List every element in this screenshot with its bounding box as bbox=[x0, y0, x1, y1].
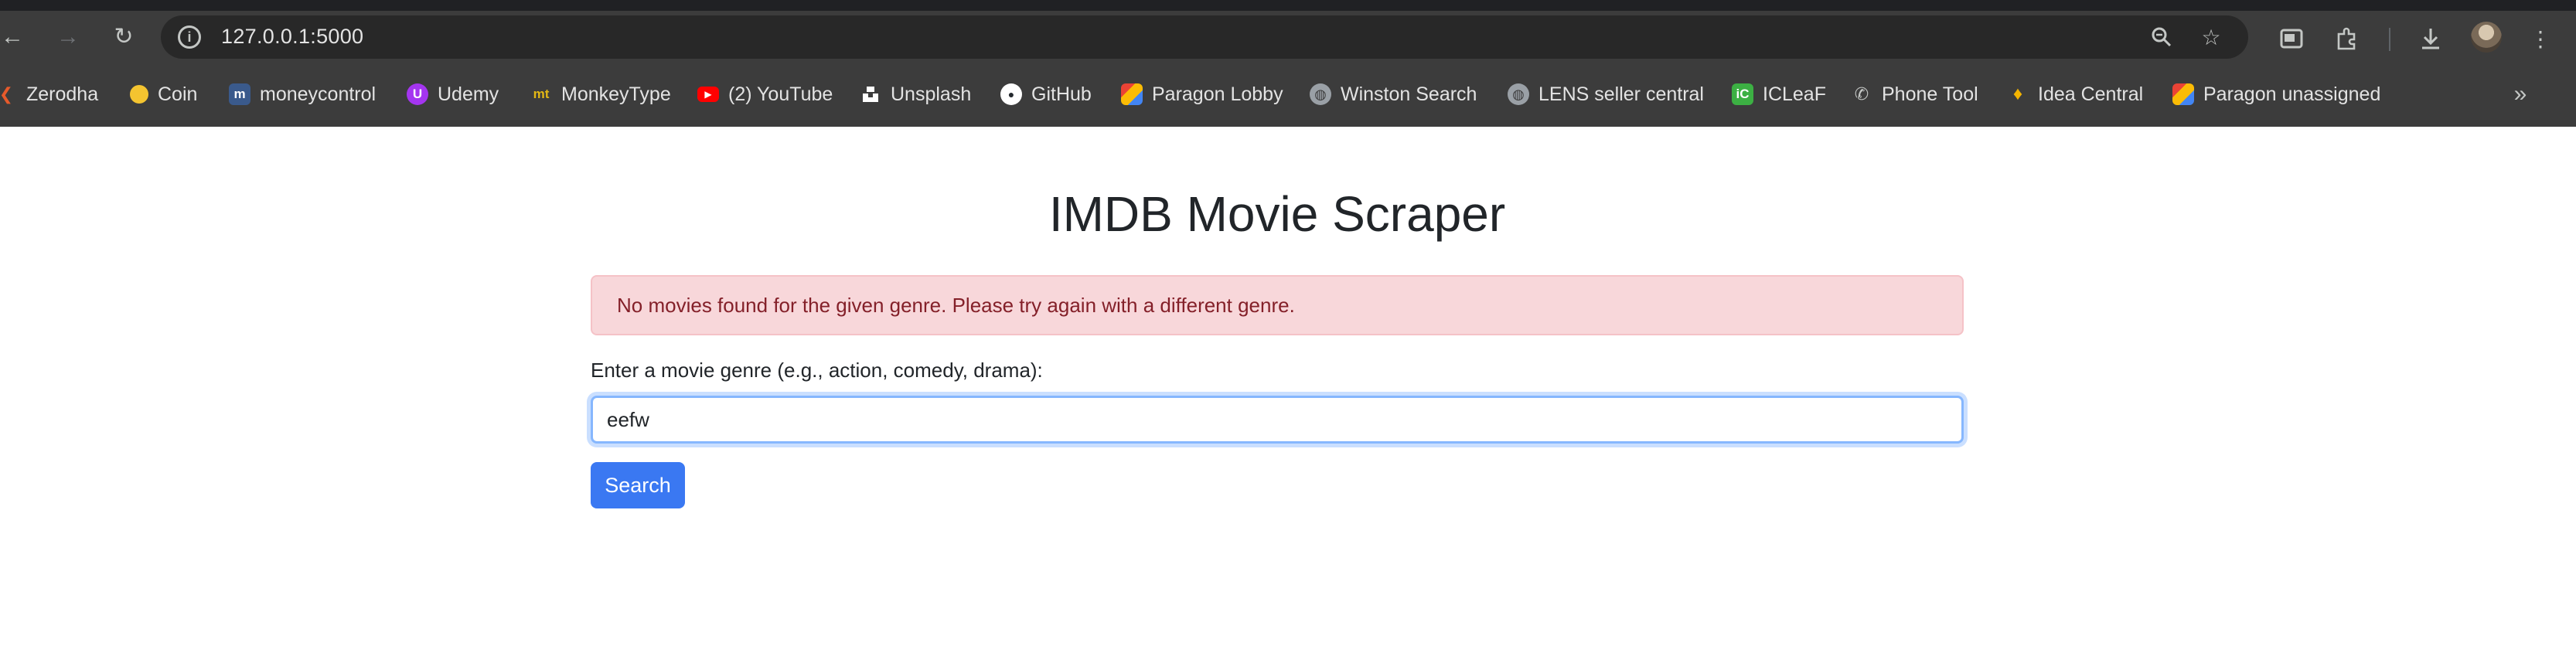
extensions-icon[interactable] bbox=[2330, 22, 2364, 56]
bookmark-unsplash[interactable]: Unsplash bbox=[860, 73, 971, 116]
bookmark-zerodha[interactable]: ❮ Zerodha bbox=[0, 73, 98, 116]
zoom-icon[interactable] bbox=[2146, 22, 2177, 53]
page-title: IMDB Movie Scraper bbox=[1048, 186, 1506, 242]
bookmark-coin[interactable]: Coin bbox=[130, 73, 197, 116]
bookmark-label: MonkeyType bbox=[561, 83, 671, 105]
bookmark-paragon-lobby[interactable]: Paragon Lobby bbox=[1121, 73, 1283, 116]
page-content: IMDB Movie Scraper No movies found for t… bbox=[0, 127, 2576, 663]
menu-icon[interactable]: ⋮ bbox=[2523, 22, 2557, 56]
chevron-double-right-icon[interactable]: » bbox=[2505, 79, 2536, 110]
download-icon[interactable] bbox=[2414, 22, 2448, 56]
bookmark-label: Paragon unassigned bbox=[2203, 83, 2381, 105]
icleaf-icon: iC bbox=[1732, 83, 1753, 105]
search-button[interactable]: Search bbox=[591, 462, 685, 508]
bookmark-label: Zerodha bbox=[26, 83, 99, 105]
bookmark-star-icon[interactable]: ☆ bbox=[2196, 22, 2227, 53]
bookmark-label: Paragon Lobby bbox=[1152, 83, 1283, 105]
toolbar-separator bbox=[2389, 28, 2390, 51]
coin-icon bbox=[130, 85, 148, 104]
bookmark-label: GitHub bbox=[1031, 83, 1092, 105]
bookmark-label: Unsplash bbox=[891, 83, 972, 105]
bookmark-youtube[interactable]: ▶ (2) YouTube bbox=[697, 73, 833, 116]
bookmarks-bar: ❮ Zerodha Coin m moneycontrol U Udemy mt… bbox=[0, 73, 2576, 116]
forward-button[interactable]: → bbox=[51, 22, 85, 53]
zerodha-icon: ❮ bbox=[0, 84, 14, 104]
bookmark-winston-search[interactable]: ◍ Winston Search bbox=[1310, 73, 1477, 116]
paragon-icon bbox=[1121, 83, 1143, 105]
bookmark-label: (2) YouTube bbox=[728, 83, 833, 105]
globe-icon: ◍ bbox=[1508, 83, 1529, 105]
bookmark-lens-seller-central[interactable]: ◍ LENS seller central bbox=[1508, 73, 1704, 116]
github-icon: ● bbox=[1000, 83, 1022, 105]
bookmark-label: Coin bbox=[158, 83, 198, 105]
tab-strip bbox=[0, 0, 2576, 11]
youtube-icon: ▶ bbox=[697, 87, 719, 102]
phone-icon: ✆ bbox=[1854, 84, 1869, 104]
bookmark-udemy[interactable]: U Udemy bbox=[407, 73, 499, 116]
monkeytype-icon: mt bbox=[533, 87, 550, 101]
bookmark-monkeytype[interactable]: mt MonkeyType bbox=[530, 73, 671, 116]
browser-chrome: ← → ↻ i 127.0.0.1:5000 ☆ ⋮ ❮ Zerodha Coi… bbox=[0, 0, 2576, 127]
reload-button[interactable]: ↻ bbox=[107, 22, 141, 53]
url-text[interactable]: 127.0.0.1:5000 bbox=[221, 25, 363, 49]
address-bar[interactable]: i 127.0.0.1:5000 ☆ bbox=[161, 15, 2248, 59]
paragon-icon bbox=[2172, 83, 2194, 105]
bookmark-paragon-unassigned[interactable]: Paragon unassigned bbox=[2172, 73, 2380, 116]
bookmark-label: Phone Tool bbox=[1882, 83, 1978, 105]
bookmark-label: moneycontrol bbox=[260, 83, 377, 105]
bookmark-github[interactable]: ● GitHub bbox=[1000, 73, 1092, 116]
bookmark-label: LENS seller central bbox=[1538, 83, 1704, 105]
error-alert: No movies found for the given genre. Ple… bbox=[591, 275, 1964, 335]
unsplash-icon bbox=[860, 83, 881, 105]
idea-icon: ♦ bbox=[2012, 83, 2023, 104]
picture-in-picture-icon[interactable] bbox=[2274, 22, 2309, 56]
globe-icon: ◍ bbox=[1310, 83, 1331, 105]
bookmark-label: Udemy bbox=[438, 83, 499, 105]
bookmark-idea-central[interactable]: ♦ Idea Central bbox=[2007, 73, 2143, 116]
udemy-icon: U bbox=[407, 83, 428, 105]
bookmark-label: ICLeaF bbox=[1763, 83, 1826, 105]
bookmark-phone-tool[interactable]: ✆ Phone Tool bbox=[1851, 73, 1978, 116]
bookmark-label: Winston Search bbox=[1341, 83, 1477, 105]
genre-input[interactable] bbox=[591, 396, 1964, 444]
genre-label: Enter a movie genre (e.g., action, comed… bbox=[591, 359, 1043, 382]
bookmark-moneycontrol[interactable]: m moneycontrol bbox=[229, 73, 376, 116]
bookmark-icleaf[interactable]: iC ICLeaF bbox=[1732, 73, 1826, 116]
bookmark-label: Idea Central bbox=[2038, 83, 2144, 105]
back-button[interactable]: ← bbox=[0, 22, 29, 53]
site-info-icon[interactable]: i bbox=[178, 26, 201, 49]
browser-toolbar: ← → ↻ i 127.0.0.1:5000 ☆ ⋮ bbox=[0, 11, 2576, 63]
profile-avatar[interactable] bbox=[2471, 22, 2502, 53]
moneycontrol-icon: m bbox=[229, 83, 250, 105]
